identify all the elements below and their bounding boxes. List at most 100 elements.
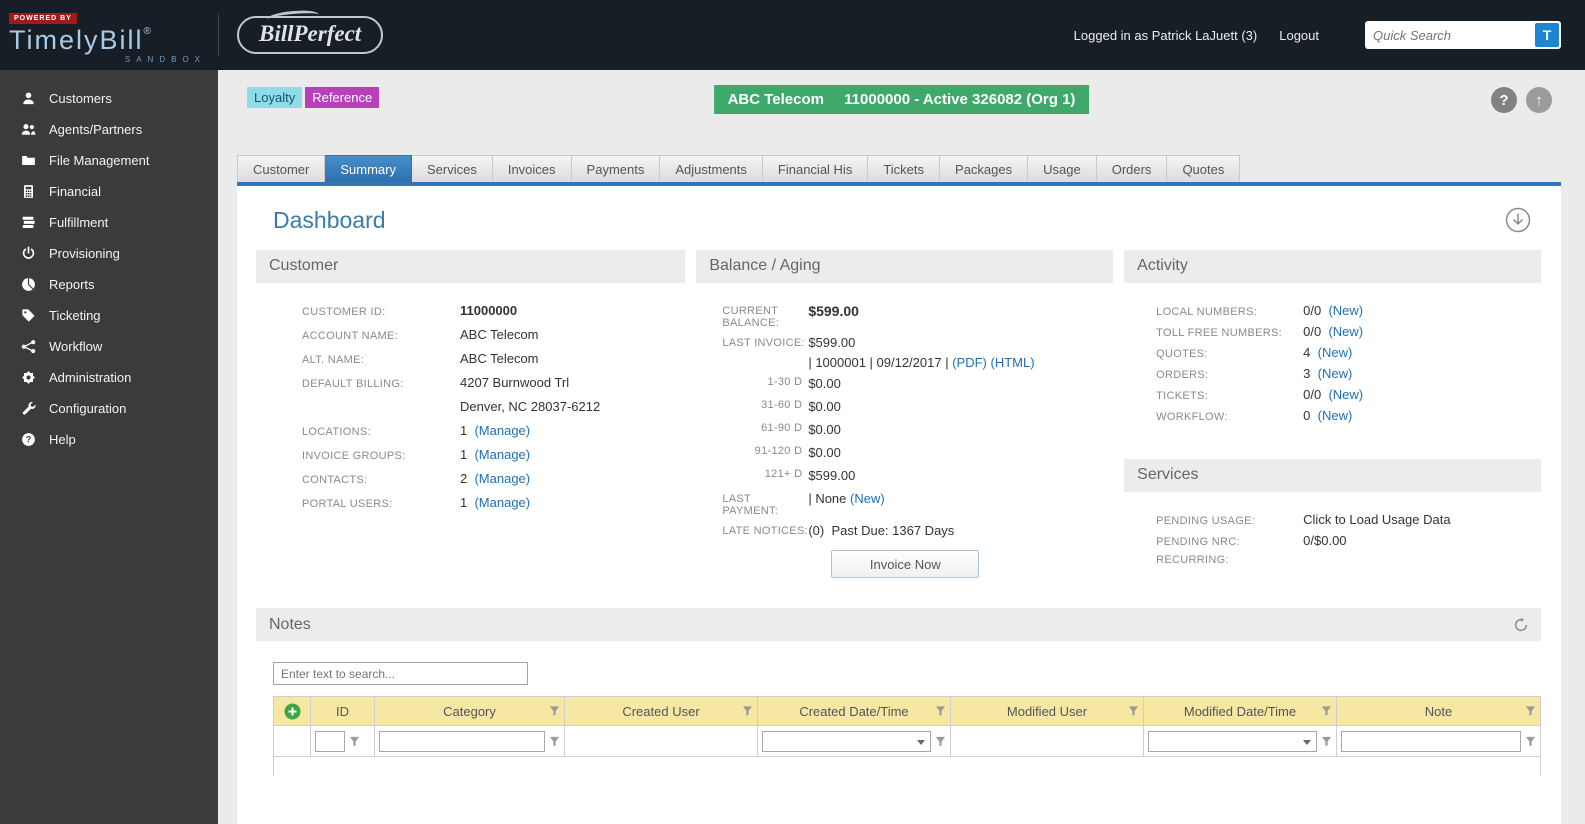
sidebar-item-help[interactable]: ? Help [0,424,218,455]
aging-row-91-120: 91-120 D $0.00 [754,445,841,460]
field-value: ABC Telecom [460,351,539,366]
manage-invoice-groups-link[interactable]: (Manage) [474,447,530,462]
wrench-icon [22,401,36,415]
tab-adjustments[interactable]: Adjustments [660,155,763,182]
tab-financial-history[interactable]: Financial His [762,155,869,182]
sidebar-item-reports[interactable]: Reports [0,269,218,300]
column-header-category[interactable]: Category [374,696,565,726]
filter-icon[interactable] [549,706,560,717]
manage-portal-users-link[interactable]: (Manage) [474,495,530,510]
logout-link[interactable]: Logout [1279,28,1319,43]
tab-quotes[interactable]: Quotes [1167,155,1241,182]
sidebar-item-agents-partners[interactable]: Agents/Partners [0,114,218,145]
late-notices-value: (0) Past Due: 1367 Days [808,523,955,538]
content-area: Customer Summary Services Invoices Payme… [237,155,1561,824]
header-divider [218,14,219,56]
tab-services[interactable]: Services [411,155,493,182]
tab-usage[interactable]: Usage [1028,155,1097,182]
column-header-note[interactable]: Note [1336,696,1541,726]
tab-packages[interactable]: Packages [940,155,1029,182]
load-usage-data-action[interactable]: Click to Load Usage Data [1303,512,1450,527]
column-header-modified-date[interactable]: Modified Date/Time [1143,696,1337,726]
tab-summary[interactable]: Summary [325,155,412,182]
field-value: 11000000 [460,303,518,318]
timelybill-logo[interactable]: POWERED BY TimelyBill® SANDBOX [0,7,210,64]
new-quote-link[interactable]: (New) [1318,345,1353,360]
sidebar-item-provisioning[interactable]: Provisioning [0,238,218,269]
field-label: CURRENT BALANCE: [722,305,780,329]
field-value: 1 (Manage) [460,423,531,438]
column-header-created-date[interactable]: Created Date/Time [757,696,951,726]
tab-payments[interactable]: Payments [571,155,661,182]
sidebar-item-financial[interactable]: Financial [0,176,218,207]
filter-icon[interactable] [1525,736,1536,747]
top-header: POWERED BY TimelyBill® SANDBOX BillPerfe… [0,0,1585,70]
new-ticket-link[interactable]: (New) [1328,387,1363,402]
local-numbers-row: LOCAL NUMBERS: 0/0 (New) [1156,303,1364,318]
sidebar-item-ticketing[interactable]: Ticketing [0,300,218,331]
new-order-link[interactable]: (New) [1318,366,1353,381]
quick-search-input[interactable] [1365,27,1535,43]
filter-icon[interactable] [935,706,946,717]
tab-orders[interactable]: Orders [1096,155,1168,182]
search-button[interactable]: T [1535,23,1559,47]
scroll-top-button[interactable]: ↑ [1526,87,1552,113]
invoice-pdf-link[interactable]: (PDF) [952,355,987,370]
filter-icon[interactable] [549,736,560,747]
activity-section: Activity LOCAL NUMBERS: 0/0 (New) TOLL F… [1124,250,1541,572]
alt-name-row: ALT. NAME: ABC Telecom [302,351,685,366]
filter-icon[interactable] [349,736,360,747]
workflow-icon [21,340,36,354]
new-payment-link[interactable]: (New) [850,491,885,506]
manage-contacts-link[interactable]: (Manage) [474,471,530,486]
sidebar-item-workflow[interactable]: Workflow [0,331,218,362]
reference-tag[interactable]: Reference [305,87,380,108]
notes-header-row: ID Category Created User Created Date/Ti… [273,696,1541,726]
tab-tickets[interactable]: Tickets [868,155,941,182]
notes-search-input[interactable] [273,662,528,685]
filter-note-input[interactable] [1341,730,1521,752]
manage-locations-link[interactable]: (Manage) [474,423,530,438]
filter-created-date-select[interactable] [762,730,931,752]
new-toll-free-link[interactable]: (New) [1328,324,1363,339]
filter-icon[interactable] [1128,706,1139,717]
sidebar-item-fulfillment[interactable]: Fulfillment [0,207,218,238]
sidebar-item-label: Configuration [49,401,127,416]
invoice-html-link[interactable]: (HTML) [991,355,1035,370]
tickets-row: TICKETS: 0/0 (New) [1156,387,1364,402]
field-label: PORTAL USERS: [302,498,393,510]
export-download-icon[interactable] [1505,207,1531,233]
filter-icon[interactable] [742,706,753,717]
sidebar-item-customers[interactable]: Customers [0,83,218,114]
help-button[interactable]: ? [1491,87,1517,113]
help-icon: ? [22,433,35,446]
new-workflow-link[interactable]: (New) [1318,408,1353,423]
sidebar-item-configuration[interactable]: Configuration [0,393,218,424]
tab-customer[interactable]: Customer [237,155,326,182]
refresh-icon[interactable] [1514,617,1528,632]
new-local-number-link[interactable]: (New) [1328,303,1363,318]
filter-modified-date-select[interactable] [1148,730,1317,752]
filter-category-input[interactable] [379,730,545,752]
current-balance-row: CURRENT BALANCE: $599.00 [722,303,1113,329]
filter-icon[interactable] [935,736,946,747]
column-header-created-user[interactable]: Created User [564,696,758,726]
filter-icon[interactable] [1525,706,1536,717]
filter-icon[interactable] [1321,736,1332,747]
column-header-id[interactable]: ID [310,696,375,726]
invoice-now-button[interactable]: Invoice Now [831,550,980,578]
column-header-modified-user[interactable]: Modified User [950,696,1144,726]
contacts-row: CONTACTS: 2 (Manage) [302,471,685,486]
sidebar-item-file-management[interactable]: File Management [0,145,218,176]
add-note-button[interactable] [284,703,301,720]
billing-address: 4207 Burnwood Trl Denver, NC 28037-6212 [460,375,600,414]
loyalty-tag[interactable]: Loyalty [247,87,303,108]
main-sidebar: Customers Agents/Partners File Managemen… [0,70,218,824]
filter-icon[interactable] [1321,706,1332,717]
invoice-groups-row: INVOICE GROUPS: 1 (Manage) [302,447,685,462]
tab-invoices[interactable]: Invoices [492,155,572,182]
filter-id-input[interactable] [315,730,345,752]
sidebar-item-administration[interactable]: Administration [0,362,218,393]
field-value: 1 (Manage) [460,495,531,510]
account-name-row: ACCOUNT NAME: ABC Telecom [302,327,685,342]
